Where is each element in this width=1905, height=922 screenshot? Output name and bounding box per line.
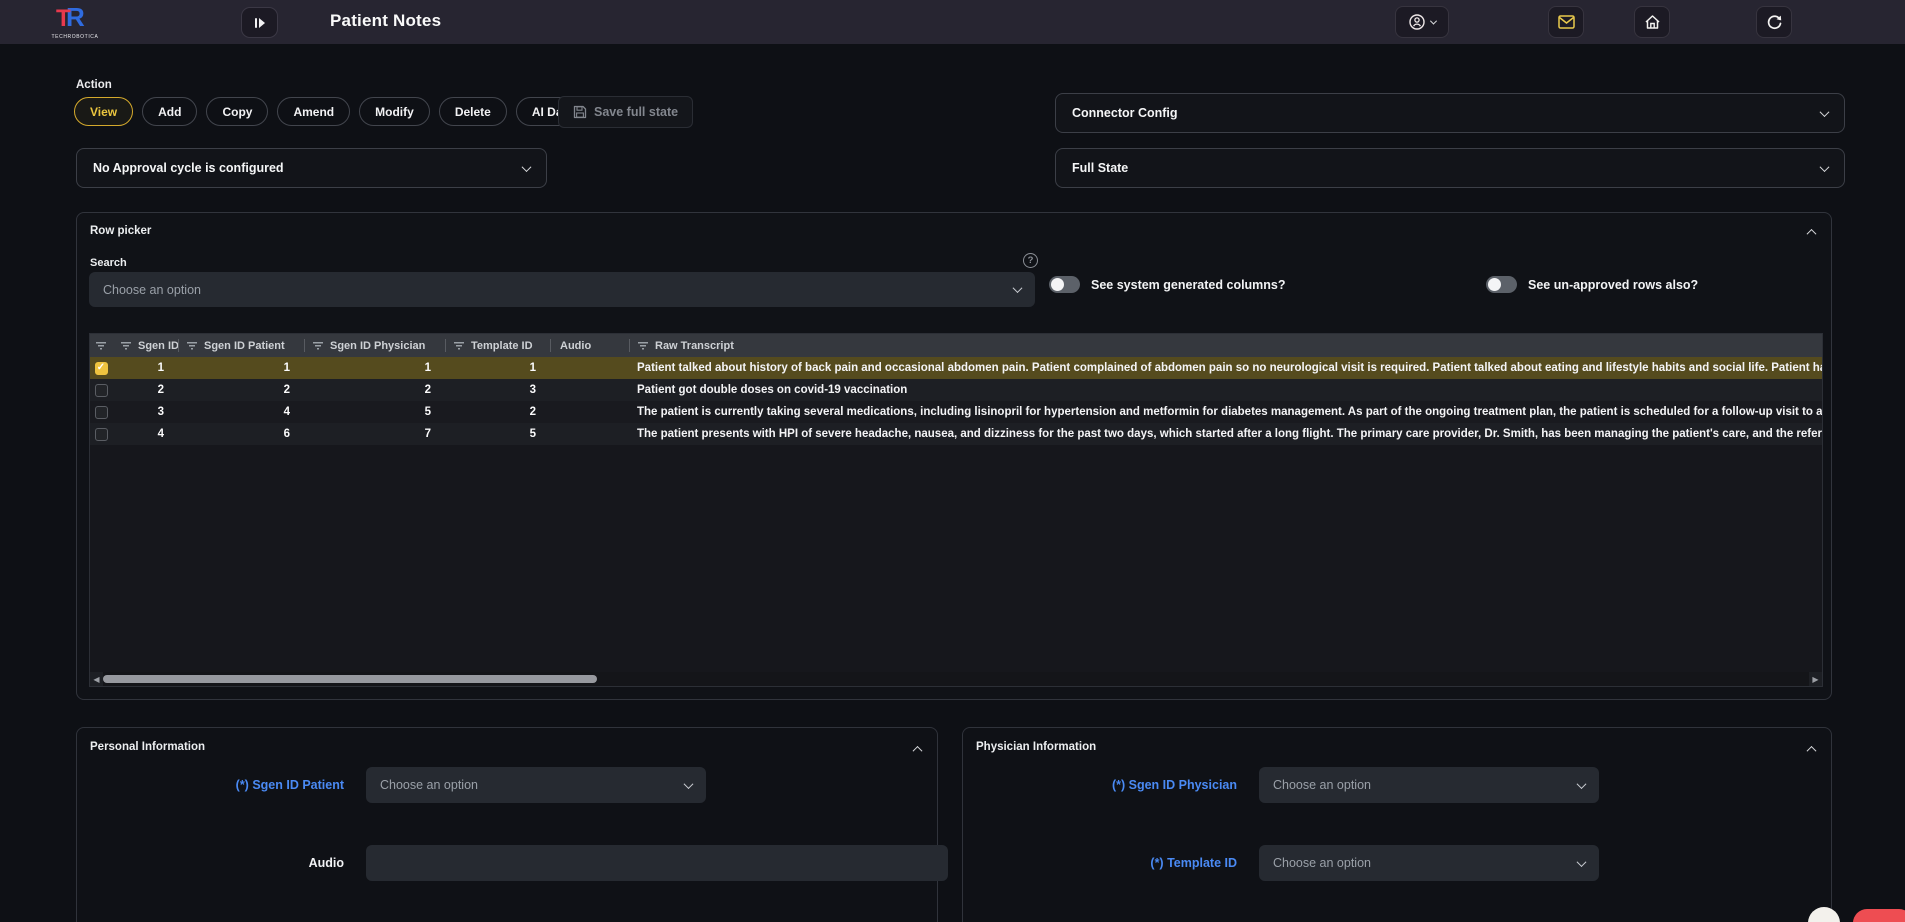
filter-icon[interactable] (637, 341, 649, 350)
brand-logo: R T TECHROBOTICA (40, 2, 110, 40)
sidebar-expand-button[interactable] (241, 7, 278, 38)
action-delete-button[interactable]: Delete (439, 97, 507, 126)
table-empty-area (90, 445, 1822, 672)
notification-badge[interactable] (1853, 909, 1905, 922)
scrollbar-track[interactable] (103, 672, 1809, 686)
row-picker-panel: Row picker Search ? Choose an option See… (76, 212, 1832, 700)
top-bar: R T TECHROBOTICA Patient Notes (0, 0, 1905, 44)
rows-table: Sgen ID Sgen ID Patient Sgen ID Physicia… (89, 333, 1823, 687)
mail-icon (1558, 15, 1575, 29)
audio-label: Audio (89, 856, 344, 870)
filter-icon[interactable] (120, 341, 132, 350)
table-row[interactable]: 3 4 5 2 The patient is currently taking … (90, 401, 1822, 423)
action-section-label: Action (76, 79, 112, 91)
filter-icon[interactable] (453, 341, 465, 350)
scroll-left-arrow[interactable]: ◀ (90, 672, 103, 686)
column-header-raw-transcript[interactable]: Raw Transcript (629, 340, 1822, 352)
save-icon (573, 105, 587, 119)
select-all-column (90, 341, 112, 350)
save-full-state-button[interactable]: Save full state (558, 96, 693, 128)
unapproved-rows-switch[interactable] (1486, 276, 1517, 293)
row-checkbox[interactable] (95, 406, 108, 419)
action-button-group: View Add Copy Amend Modify Delete AI Dat… (74, 97, 623, 126)
row-picker-title: Row picker (90, 225, 151, 237)
techrobotica-logo-icon: R T (40, 2, 110, 32)
account-icon (1408, 13, 1426, 31)
toggle-unapproved-rows: See un-approved rows also? (1486, 276, 1698, 293)
expand-panel-icon (255, 18, 257, 28)
chevron-down-icon (1013, 283, 1023, 293)
personal-information-panel: Personal Information (*) Sgen ID Patient… (76, 727, 938, 922)
system-columns-switch[interactable] (1049, 276, 1080, 293)
app-root: R T TECHROBOTICA Patient Notes (0, 0, 1905, 922)
scroll-right-arrow[interactable]: ▶ (1809, 672, 1822, 686)
column-header-template-id[interactable]: Template ID (445, 340, 550, 352)
row-checkbox[interactable] (95, 428, 108, 441)
full-state-select[interactable]: Full State (1055, 148, 1845, 188)
audio-input[interactable] (366, 845, 948, 881)
chevron-down-icon (1577, 857, 1587, 867)
page-title: Patient Notes (330, 11, 441, 31)
search-label: Search (90, 257, 127, 269)
help-icon[interactable]: ? (1023, 253, 1038, 268)
table-header-row: Sgen ID Sgen ID Patient Sgen ID Physicia… (90, 334, 1822, 357)
row-checkbox[interactable] (95, 384, 108, 397)
action-add-button[interactable]: Add (142, 97, 197, 126)
physician-information-panel: Physician Information (*) Sgen ID Physic… (962, 727, 1832, 922)
chevron-down-icon (1577, 779, 1587, 789)
chevron-down-icon (684, 779, 694, 789)
column-header-audio[interactable]: Audio (550, 340, 629, 352)
brand-name: TECHROBOTICA (40, 34, 110, 40)
scrollbar-thumb[interactable] (103, 675, 597, 683)
search-select[interactable]: Choose an option (89, 272, 1035, 307)
table-row[interactable]: 4 6 7 5 The patient presents with HPI of… (90, 423, 1822, 445)
account-menu-button[interactable] (1395, 6, 1449, 38)
collapse-panel-icon[interactable] (913, 746, 923, 756)
home-icon (1644, 14, 1661, 30)
personal-information-title: Personal Information (90, 741, 205, 753)
sgen-id-physician-label: (*) Sgen ID Physician (982, 778, 1237, 792)
home-button[interactable] (1634, 6, 1670, 38)
action-copy-button[interactable]: Copy (206, 97, 268, 126)
physician-information-title: Physician Information (976, 741, 1096, 753)
logo-letter-t: T (56, 5, 71, 33)
horizontal-scrollbar: ◀ ▶ (90, 672, 1822, 686)
column-header-sgen-id-patient[interactable]: Sgen ID Patient (178, 340, 304, 352)
toggle-system-columns: See system generated columns? (1049, 276, 1286, 293)
action-modify-button[interactable]: Modify (359, 97, 430, 126)
chevron-down-icon (1820, 162, 1830, 172)
sgen-id-patient-label: (*) Sgen ID Patient (89, 778, 344, 792)
approval-cycle-select[interactable]: No Approval cycle is configured (76, 148, 547, 188)
refresh-button[interactable] (1756, 6, 1792, 38)
action-view-button[interactable]: View (74, 97, 133, 126)
column-header-sgen-id-physician[interactable]: Sgen ID Physician (304, 340, 445, 352)
template-id-label: (*) Template ID (982, 856, 1237, 870)
table-row[interactable]: ✓ 1 1 1 1 Patient talked about history o… (90, 357, 1822, 379)
collapse-panel-icon[interactable] (1807, 229, 1817, 239)
filter-icon[interactable] (186, 341, 198, 350)
sgen-id-physician-select[interactable]: Choose an option (1259, 767, 1599, 803)
sgen-id-patient-select[interactable]: Choose an option (366, 767, 706, 803)
connector-config-select[interactable]: Connector Config (1055, 93, 1845, 133)
filter-icon[interactable] (95, 341, 107, 350)
chevron-down-icon (1430, 17, 1437, 24)
unapproved-rows-label: See un-approved rows also? (1528, 278, 1698, 292)
table-row[interactable]: 2 2 2 3 Patient got double doses on covi… (90, 379, 1822, 401)
collapse-panel-icon[interactable] (1807, 746, 1817, 756)
template-id-select[interactable]: Choose an option (1259, 845, 1599, 881)
chevron-down-icon (522, 162, 532, 172)
chevron-down-icon (1820, 107, 1830, 117)
refresh-icon (1766, 14, 1783, 31)
mail-button[interactable] (1548, 6, 1584, 38)
action-amend-button[interactable]: Amend (277, 97, 350, 126)
system-columns-label: See system generated columns? (1091, 278, 1286, 292)
filter-icon[interactable] (312, 341, 324, 350)
column-header-sgen-id[interactable]: Sgen ID (112, 340, 178, 352)
row-checkbox-checked[interactable]: ✓ (95, 362, 108, 375)
